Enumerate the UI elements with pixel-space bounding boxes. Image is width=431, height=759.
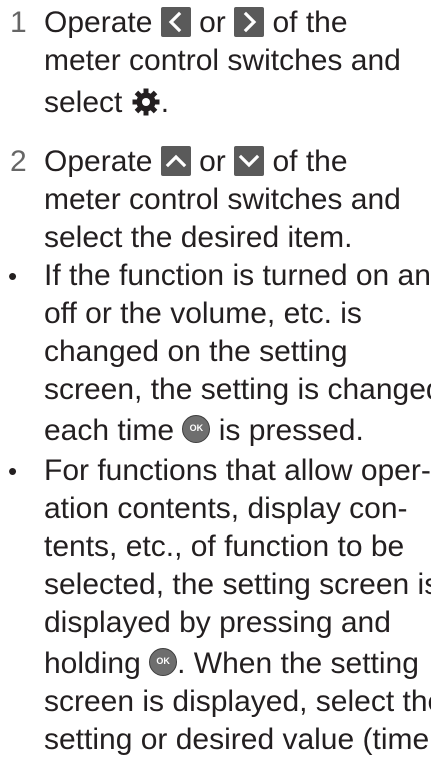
chevron-right-icon [234, 7, 265, 38]
note-2-line-4: selected, the setting screen is [44, 568, 431, 601]
note-2-line-2: ation contents, display con- [44, 492, 408, 525]
step-1-line-1: Operate or of the [44, 4, 348, 42]
note-1-line-2: off or the volume, etc. is [44, 297, 362, 330]
step-1-line-3: select . [44, 84, 169, 122]
step-2-text-or: or [199, 145, 226, 178]
note-2-line-1: For functions that allow oper- [44, 454, 431, 487]
step-1-text-operate: Operate [44, 6, 153, 39]
step-2-text-of-the: of the [272, 145, 348, 178]
note-1-line-3: changed on the setting [44, 335, 348, 368]
note-2-line-8: setting or desired value (time, [44, 723, 431, 756]
step-2-line-3: select the desired item. [44, 221, 353, 254]
note-2-line-6: holding OK. When the setting [44, 645, 419, 683]
chevron-up-icon [160, 146, 191, 177]
note-1-bullet: • [8, 261, 18, 291]
step-number-2: 2 [10, 145, 27, 178]
step-2-text-operate: Operate [44, 145, 153, 178]
chevron-left-icon [160, 7, 191, 38]
step-2-line-1: Operate or of the [44, 143, 348, 181]
note-1-line-1: If the function is turned on and [44, 259, 431, 292]
note-2-line-7: screen is displayed, select the [44, 685, 431, 718]
note-1-line-5: each time OK is pressed. [44, 412, 364, 450]
note-2-bullet: • [8, 456, 18, 486]
note-1-text-each-time: each time [44, 414, 175, 447]
note-2-line-5: displayed by pressing and [44, 606, 391, 639]
step-1-text-period: . [160, 86, 170, 119]
note-2-text-holding: holding [44, 647, 141, 680]
step-1-line-2: meter control switches and [44, 44, 401, 77]
step-number-1: 1 [10, 6, 27, 39]
note-2-line-3: tents, etc., of function to be [44, 530, 405, 563]
ok-button-icon: OK [149, 648, 178, 677]
note-1-text-is-pressed: is pressed. [218, 414, 364, 447]
chevron-down-icon [234, 146, 265, 177]
note-1-line-4: screen, the setting is changed [44, 373, 431, 406]
ok-button-icon: OK [182, 415, 211, 444]
note-2-text-when-setting: . When the setting [177, 647, 419, 680]
step-1-text-of-the: of the [272, 6, 348, 39]
step-1-text-or: or [199, 6, 226, 39]
instruction-page: 1 Operate or of the meter control switch… [0, 0, 431, 756]
step-2-line-2: meter control switches and [44, 183, 401, 216]
gear-icon [131, 87, 161, 117]
step-1-text-select: select [44, 86, 123, 119]
